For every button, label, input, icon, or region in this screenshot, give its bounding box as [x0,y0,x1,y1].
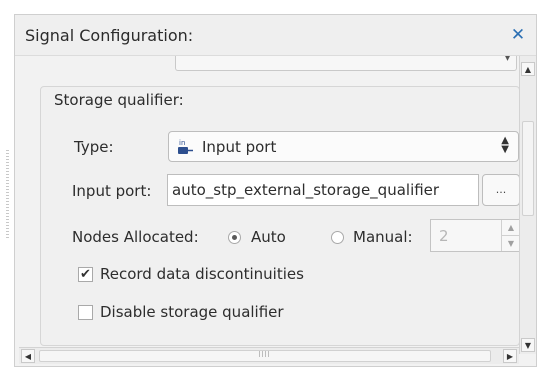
record-discontinuities-label: Record data discontinuities [100,265,304,283]
horizontal-scrollbar[interactable]: ◀ ▶ [19,347,519,364]
browse-button[interactable]: ... [482,174,520,206]
resize-grip[interactable] [6,150,9,240]
close-icon[interactable]: ✕ [508,25,528,45]
type-label: Type: [74,138,114,156]
manual-radio[interactable] [331,231,344,244]
stepper-buttons: ▲ ▼ [501,220,520,251]
record-discontinuities-checkbox[interactable]: ✔ [78,267,93,282]
panel-title: Signal Configuration: [25,26,194,45]
type-select[interactable]: in Input port ▲ ▼ [168,131,519,162]
auto-radio[interactable] [228,231,241,244]
manual-label: Manual: [353,228,413,246]
select-arrows-icon: ▲ ▼ [501,135,509,155]
svg-text:in: in [179,139,185,147]
chevron-down-icon: ▾ [504,56,510,64]
previous-field-partial[interactable]: ▾ [175,56,517,71]
disable-storage-qualifier-label: Disable storage qualifier [100,303,284,321]
vertical-scrollbar[interactable]: ▲ ▼ [519,56,536,354]
disable-storage-qualifier-checkbox[interactable] [78,305,93,320]
input-port-label: Input port: [72,182,152,200]
stepper-up-icon[interactable]: ▲ [502,220,520,235]
vertical-scroll-thumb[interactable] [522,121,534,216]
scroll-content: ▾ Storage qualifier: Type: in Input port… [15,56,520,346]
manual-count-value: 2 [439,227,449,245]
stepper-down-icon[interactable]: ▼ [502,235,520,251]
group-title: Storage qualifier: [54,91,184,109]
scroll-grip [259,351,269,357]
scroll-left-icon[interactable]: ◀ [21,349,35,363]
signal-configuration-panel: Signal Configuration: ✕ ▾ Storage qualif… [14,14,537,367]
scroll-right-icon[interactable]: ▶ [503,349,517,363]
scroll-up-icon[interactable]: ▲ [521,62,535,76]
panel-titlebar: Signal Configuration: ✕ [15,15,536,56]
window-bottom-edge [0,367,545,379]
input-port-field[interactable]: auto_stp_external_storage_qualifier [167,174,479,206]
auto-label: Auto [251,228,286,246]
input-port-icon: in [178,139,193,154]
window-top-edge [0,0,545,14]
manual-count-stepper[interactable]: 2 ▲ ▼ [430,219,520,252]
nodes-allocated-label: Nodes Allocated: [72,228,199,246]
type-value: Input port [202,138,277,156]
scroll-down-icon[interactable]: ▼ [521,338,535,352]
